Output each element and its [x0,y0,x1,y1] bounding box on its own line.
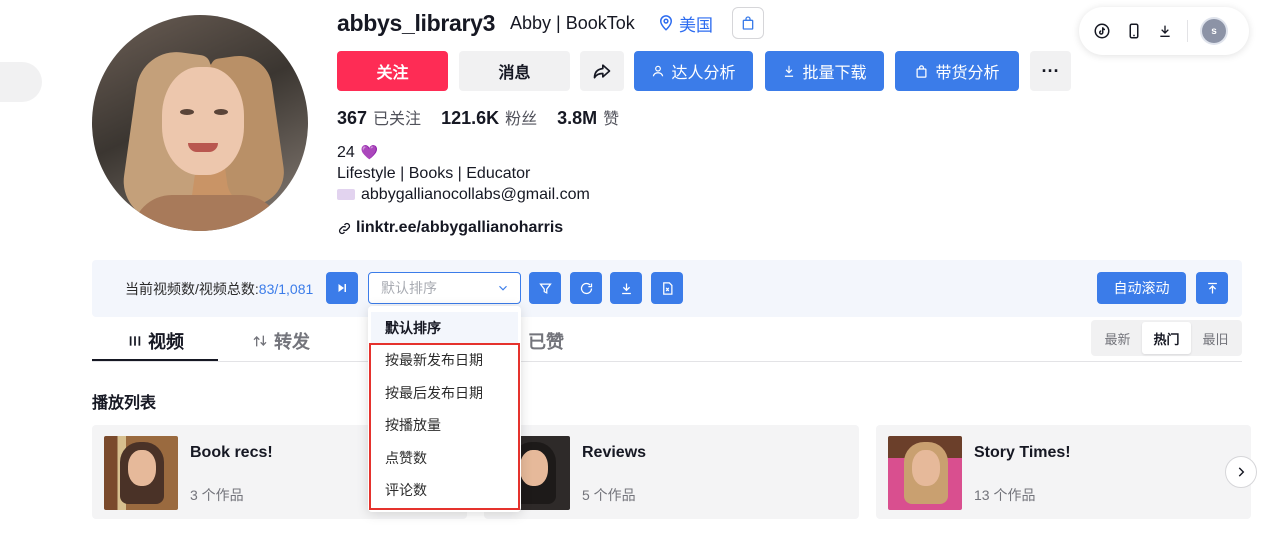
bio-line: Lifestyle | Books | Educator [337,165,531,182]
playlist-count: 5 个作品 [582,487,636,503]
tiktok-icon[interactable] [1093,22,1111,40]
shopping-bag-icon [742,16,754,30]
tab-reposts[interactable]: 转发 [252,328,310,354]
following-label: 已关注 [373,111,422,128]
shopping-bag-icon [916,64,927,78]
tab-videos-label: 视频 [148,332,184,352]
tab-reposts-label: 转发 [274,332,310,352]
playlists-title: 播放列表 [92,395,157,412]
sort-select[interactable]: 默认排序 [368,272,521,304]
mobile-icon[interactable] [1125,22,1143,40]
sort-option-default[interactable]: 默认排序 [371,312,518,344]
sort-popular[interactable]: 热门 [1142,322,1191,354]
sort-select-value: 默认排序 [381,280,437,296]
skip-icon [338,284,346,292]
playlist-count: 13 个作品 [974,487,1036,503]
repost-icon [253,335,267,347]
highlight-box [369,343,520,510]
profile-stats: 367 已关注 121.6K 粉丝 3.8M 赞 [337,105,639,129]
message-label: 消息 [498,65,531,82]
commerce-analysis-button[interactable]: 带货分析 [895,51,1019,91]
likes-label: 赞 [603,111,620,128]
profile-link[interactable]: linktr.ee/abbygallianoharris [337,219,563,237]
more-icon: ··· [1041,60,1060,81]
playlist-thumbnail [104,436,178,510]
content-tabs: 视频 转发 已赞 最新 热门 最旧 [92,318,1242,362]
region-label: 美国 [679,15,713,35]
grid-icon [129,336,141,346]
region: 美国 [657,11,713,35]
left-panel-handle[interactable] [0,62,42,102]
sort-segment: 最新 热门 最旧 [1091,320,1242,356]
video-toolbar: 当前视频数/视频总数:83/1,081 默认排序 自动滚动 [92,260,1242,317]
playlist-card[interactable]: Reviews 5 个作品 [484,425,859,519]
play-next-button[interactable] [326,272,358,304]
share-icon [593,64,611,79]
purple-heart-icon: 💜 [360,144,379,160]
link-icon [338,222,351,234]
commerce-analysis-label: 带货分析 [935,65,1000,82]
download-icon[interactable] [1157,23,1173,39]
tab-liked-label: 已赞 [528,332,564,352]
link-text: linktr.ee/abbygallianoharris [356,219,564,236]
download-icon [785,65,794,77]
playlist-thumbnail [888,436,962,510]
share-button[interactable] [580,51,624,91]
bio-age: 24 [337,144,355,161]
message-button[interactable]: 消息 [459,51,570,91]
tab-liked[interactable]: 已赞 [528,328,564,354]
auto-scroll-button[interactable]: 自动滚动 [1097,272,1186,304]
toolbar-divider [1187,20,1188,42]
export-excel-button[interactable] [651,272,683,304]
video-count-label: 当前视频数/视频总数: [125,281,259,297]
shop-button[interactable] [732,7,764,39]
likes-count: 3.8M [557,108,598,128]
refresh-icon [580,282,592,294]
playlist-name: Story Times! [974,444,1071,461]
follow-label: 关注 [376,65,409,82]
sort-newest[interactable]: 最新 [1093,322,1142,354]
location-pin-icon [659,15,673,31]
creator-analysis-label: 达人分析 [671,65,736,82]
scroll-top-button[interactable] [1196,272,1228,304]
filter-icon [538,283,552,294]
arrow-up-to-top-icon [1207,282,1217,293]
username: abbys_library3 [337,10,496,36]
refresh-button[interactable] [570,272,602,304]
chevron-down-icon [499,285,507,291]
bulk-download-button[interactable]: 批量下载 [765,51,884,91]
bio-email: abbygallianocollabs@gmail.com [361,186,590,203]
more-button[interactable]: ··· [1030,51,1071,91]
user-icon [653,65,664,77]
profile-bio: 24 💜 Lifestyle | Books | Educator abbygal… [337,142,590,205]
excel-file-icon [662,281,672,295]
video-count-value: 83/1,081 [258,281,314,297]
filter-button[interactable] [529,272,561,304]
following-count: 367 [337,108,368,128]
playlist-next-button[interactable] [1225,456,1257,488]
download-button[interactable] [610,272,642,304]
active-tab-indicator [92,359,218,361]
bulk-download-label: 批量下载 [802,65,867,82]
chevron-right-icon [1238,467,1245,477]
envelope-icon [337,189,355,200]
playlist-count: 3 个作品 [190,487,244,503]
tab-videos[interactable]: 视频 [128,328,184,354]
creator-analysis-button[interactable]: 达人分析 [634,51,753,91]
playlist-card[interactable]: Story Times! 13 个作品 [876,425,1251,519]
video-count: 当前视频数/视频总数:83/1,081 [125,279,313,299]
nickname: Abby | BookTok [510,13,635,33]
top-toolbar: s [1079,7,1249,55]
followers-label: 粉丝 [505,111,538,128]
follow-button[interactable]: 关注 [337,51,448,91]
followers-count: 121.6K [441,108,500,128]
playlist-name: Book recs! [190,444,273,461]
profile-avatar [92,15,308,231]
user-avatar[interactable]: s [1202,19,1226,43]
sort-oldest[interactable]: 最旧 [1191,322,1240,354]
download-icon [621,283,631,294]
playlist-name: Reviews [582,444,647,461]
